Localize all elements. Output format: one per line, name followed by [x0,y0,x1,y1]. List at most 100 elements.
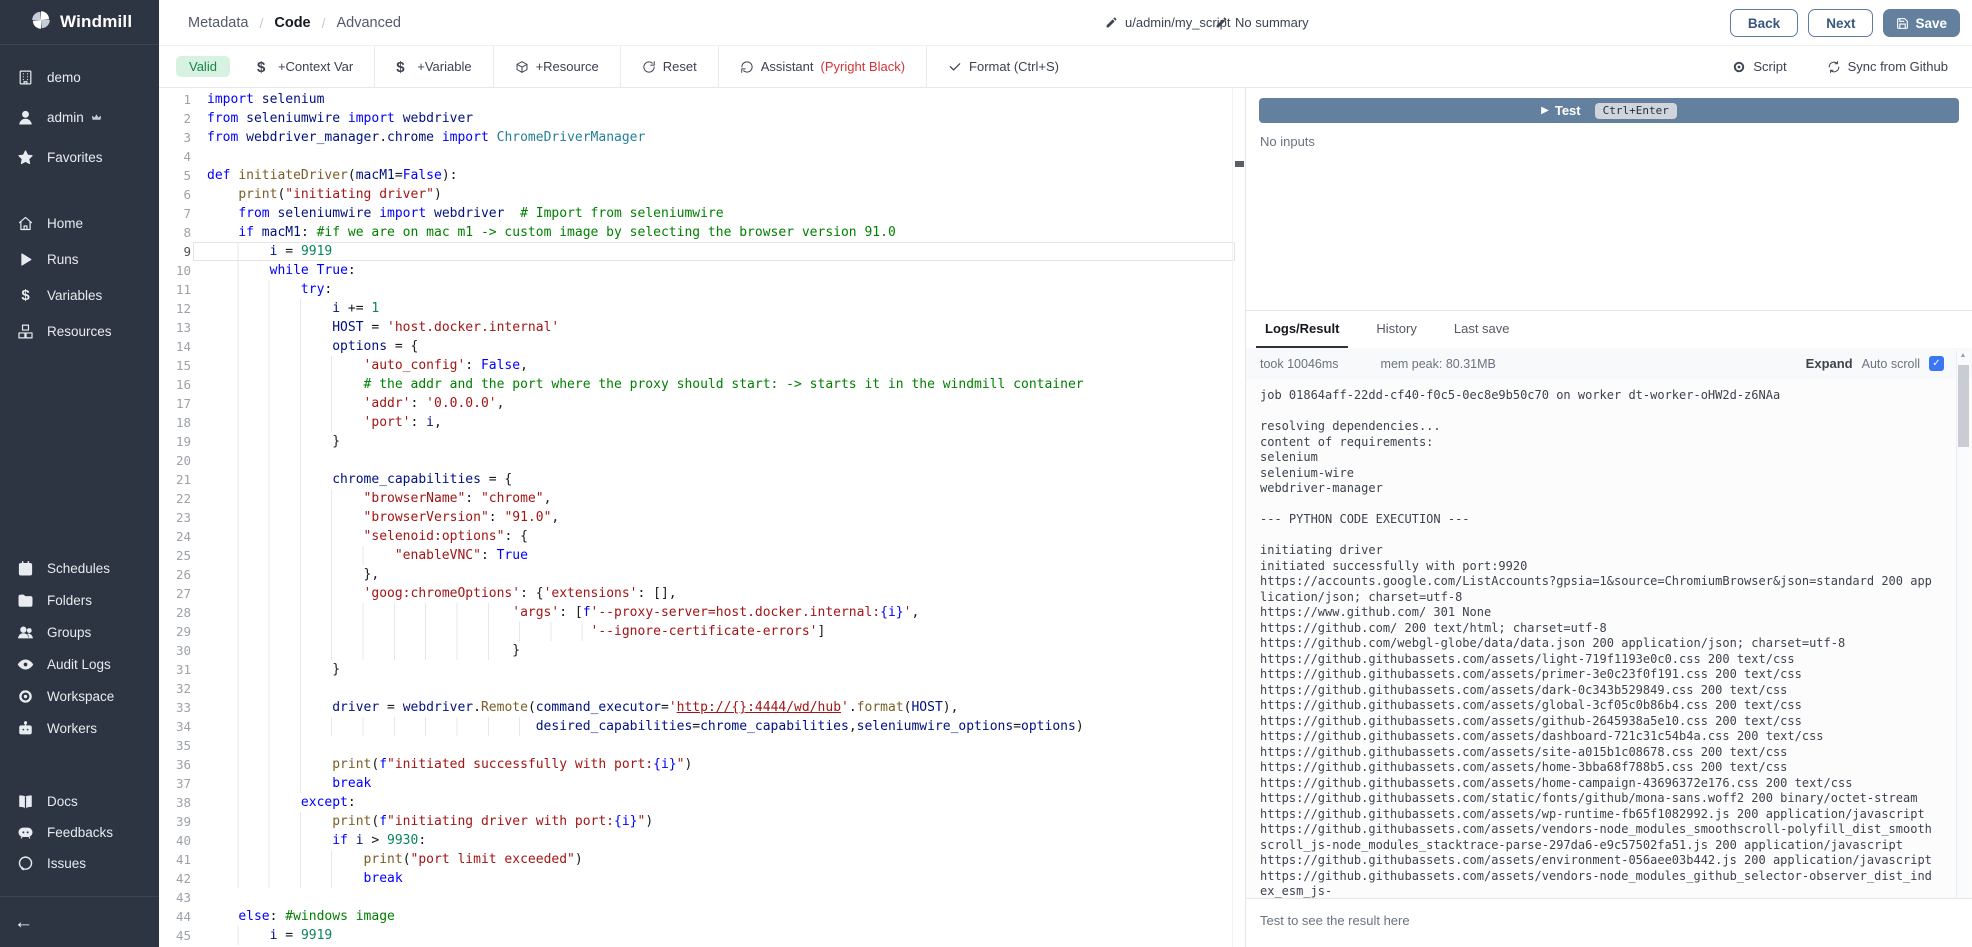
sidebar-item-docs[interactable]: Docs [0,786,159,817]
scrollbar-thumb[interactable] [1958,365,1969,447]
code-line[interactable]: 1import selenium [159,90,1245,109]
editor-overview-ruler[interactable] [1232,88,1245,947]
save-button[interactable]: Save [1883,9,1960,37]
code-line[interactable]: 33 driver = webdriver.Remote(command_exe… [159,698,1245,717]
code-line[interactable]: 45 i = 9919 [159,926,1245,945]
toolbar-label: Sync from Github [1848,59,1948,74]
code-line[interactable]: 23 "browserVersion": "91.0", [159,508,1245,527]
code-line[interactable]: 16 # the addr and the port where the pro… [159,375,1245,394]
sidebar-item-admin[interactable]: admin [0,97,159,137]
code-line[interactable]: 29 '--ignore-certificate-errors'] [159,622,1245,641]
code-line[interactable]: 35 [159,736,1245,755]
code-line[interactable]: 34 desired_capabilities=chrome_capabilit… [159,717,1245,736]
tab-history[interactable]: History [1367,311,1425,348]
sidebar-item-resources[interactable]: Resources [0,313,159,349]
tab-last-save[interactable]: Last save [1445,311,1519,348]
code-line[interactable]: 43 [159,888,1245,907]
code-editor[interactable]: 1import selenium2from seleniumwire impor… [159,88,1245,947]
code-line[interactable]: 3from webdriver_manager.chrome import Ch… [159,128,1245,147]
code-line[interactable]: 7 from seleniumwire import webdriver # I… [159,204,1245,223]
code-line[interactable]: 41 print("port limit exceeded") [159,850,1245,869]
sidebar-item-variables[interactable]: $Variables [0,277,159,313]
sidebar-item-favorites[interactable]: Favorites [0,137,159,177]
code-line[interactable]: 25 "enableVNC": True [159,546,1245,565]
code-line[interactable]: 18 'port': i, [159,413,1245,432]
code-line[interactable]: 27 'goog:chromeOptions': {'extensions': … [159,584,1245,603]
scrollbar-up-arrow[interactable]: ▲ [1957,352,1969,359]
log-scrollbar[interactable]: ▲ [1956,351,1969,898]
code-line[interactable]: 12 i += 1 [159,299,1245,318]
tab-advanced[interactable]: Advanced [337,15,402,31]
toolbar-reset[interactable]: Reset [620,46,718,88]
sidebar-item-folders[interactable]: Folders [0,584,159,616]
code-line[interactable]: 11 try: [159,280,1245,299]
code-line[interactable]: 19 } [159,432,1245,451]
expand-button[interactable]: Expand [1806,356,1853,371]
toolbar--variable[interactable]: $+Variable [374,46,492,88]
code-line[interactable]: 31 } [159,660,1245,679]
code-line[interactable]: 13 HOST = 'host.docker.internal' [159,318,1245,337]
toolbar--context-var[interactable]: $+Context Var [236,46,374,88]
script-path-edit[interactable]: u/admin/my_script [1105,0,1230,45]
tab-metadata[interactable]: Metadata [188,15,248,31]
toolbar-sync-from-github[interactable]: Sync from Github [1811,46,1964,88]
toolbar-script[interactable]: Script [1716,46,1802,88]
code-line[interactable]: 22 "browserName": "chrome", [159,489,1245,508]
sidebar-item-issues[interactable]: Issues [0,848,159,879]
code-line[interactable]: 21 chrome_capabilities = { [159,470,1245,489]
code-line[interactable]: 4 [159,147,1245,166]
sidebar-item-feedbacks[interactable]: Feedbacks [0,817,159,848]
code-text: "enableVNC": True [207,546,528,565]
line-number: 17 [159,394,191,413]
tab-code[interactable]: Code [274,15,310,31]
script-summary-edit[interactable]: No summary [1215,0,1309,45]
code-line[interactable]: 8 if macM1: #if we are on mac m1 -> cust… [159,223,1245,242]
code-line[interactable]: 10 while True: [159,261,1245,280]
code-text: break [207,869,403,888]
code-line[interactable]: 32 [159,679,1245,698]
code-line[interactable]: 26 }, [159,565,1245,584]
code-line[interactable]: 14 options = { [159,337,1245,356]
code-line[interactable]: 44 else: #windows image [159,907,1245,926]
sidebar-item-groups[interactable]: Groups [0,616,159,648]
sidebar-item-runs[interactable]: Runs [0,241,159,277]
code-line[interactable]: 9 i = 9919 [159,242,1245,261]
sidebar-item-demo[interactable]: demo [0,57,159,97]
toolbar--resource[interactable]: +Resource [493,46,620,88]
sidebar-item-audit-logs[interactable]: Audit Logs [0,648,159,680]
sidebar-item-label: Feedbacks [47,825,113,840]
code-line[interactable]: 40 if i > 9930: [159,831,1245,850]
sidebar-item-home[interactable]: Home [0,205,159,241]
play-icon [17,251,34,268]
code-line[interactable]: 2from seleniumwire import webdriver [159,109,1245,128]
toolbar-format-ctrl-s-[interactable]: Format (Ctrl+S) [926,46,1080,88]
pencil-icon [1215,16,1228,29]
code-line[interactable]: 39 print(f"initiating driver with port:{… [159,812,1245,831]
code-line[interactable]: 15 'auto_config': False, [159,356,1245,375]
code-line[interactable]: 37 break [159,774,1245,793]
sidebar-item-workspace[interactable]: Workspace [0,680,159,712]
tab-logs-result[interactable]: Logs/Result [1256,311,1348,348]
next-button[interactable]: Next [1808,9,1873,37]
test-button[interactable]: ▶ Test Ctrl+Enter [1259,98,1959,123]
code-line[interactable]: 17 'addr': '0.0.0.0', [159,394,1245,413]
code-line[interactable]: 36 print(f"initiated successfully with p… [159,755,1245,774]
code-line[interactable]: 38 except: [159,793,1245,812]
sidebar-item-schedules[interactable]: Schedules [0,552,159,584]
code-line[interactable]: 28 'args': [f'--proxy-server=host.docker… [159,603,1245,622]
sidebar-item-workers[interactable]: Workers [0,712,159,744]
code-line[interactable]: 30 } [159,641,1245,660]
line-number: 38 [159,793,191,812]
code-line[interactable]: 6 print("initiating driver") [159,185,1245,204]
toolbar-label: Assistant [761,59,814,74]
windmill-logo[interactable]: Windmill [0,0,159,45]
code-line[interactable]: 42 break [159,869,1245,888]
sidebar-collapse-button[interactable]: ← [14,912,33,934]
code-line[interactable]: 24 "selenoid:options": { [159,527,1245,546]
autoscroll-checkbox[interactable]: ✓ [1929,356,1944,371]
toolbar-assistant[interactable]: Assistant (Pyright Black) [718,46,926,88]
run-panel: ▶ Test Ctrl+Enter No inputs Logs/ResultH… [1245,88,1972,947]
back-button[interactable]: Back [1730,9,1798,37]
code-line[interactable]: 20 [159,451,1245,470]
code-line[interactable]: 5def initiateDriver(macM1=False): [159,166,1245,185]
